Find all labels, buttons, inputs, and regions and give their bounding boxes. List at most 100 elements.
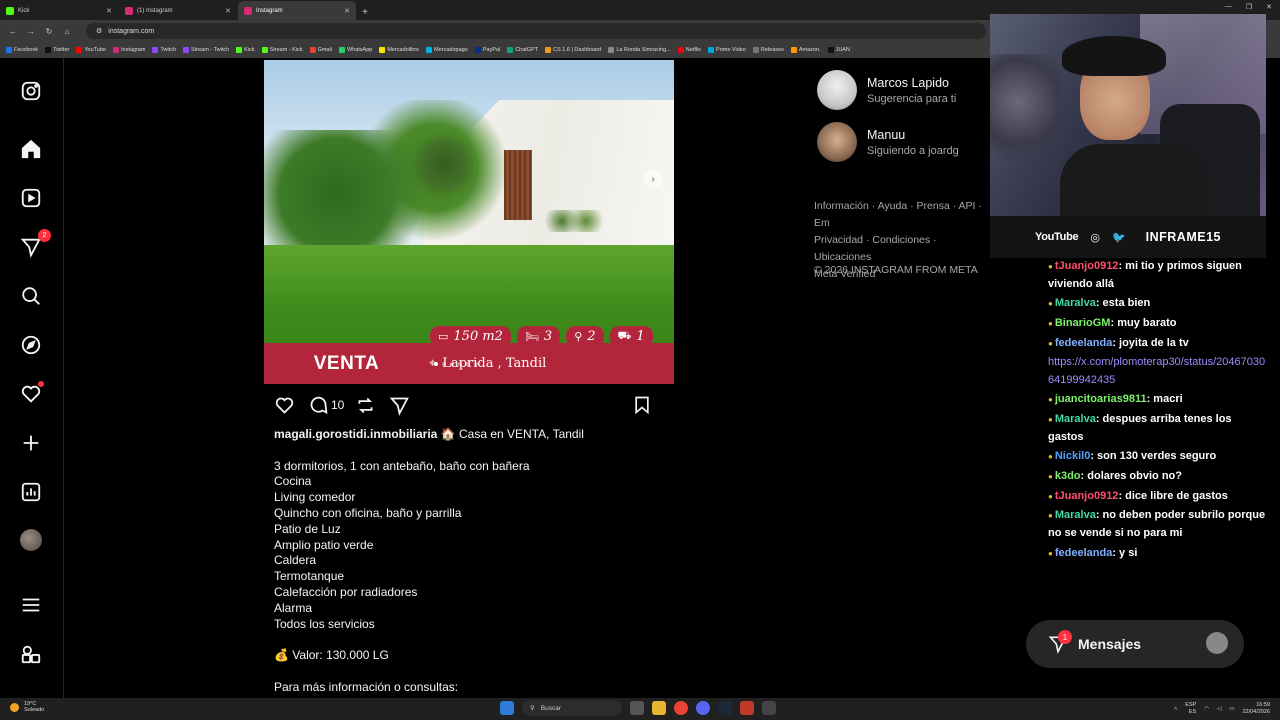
repost-icon[interactable] [354, 394, 376, 416]
bookmark-item[interactable]: Facebook [6, 47, 38, 53]
back-icon[interactable]: ← [8, 27, 18, 36]
like-heart-icon[interactable] [273, 394, 295, 416]
close-window-icon[interactable]: ✕ [1266, 3, 1272, 11]
chat-badge-icon: ● [1048, 262, 1053, 271]
bookmark-item[interactable]: CS 1.6 | Dashboard [545, 47, 601, 53]
tab-instagram-1[interactable]: (1) Instagram ✕ [119, 1, 237, 20]
maximize-icon[interactable]: ❐ [1246, 3, 1252, 11]
more-apps-icon[interactable] [20, 643, 42, 665]
language-indicator[interactable]: ESP ES [1185, 702, 1196, 715]
bookmark-item[interactable]: WhatsApp [338, 47, 372, 53]
post-image[interactable]: › ▭ 150 m2 🛏 3 ⚲ 2 ⛟ 1 VENTA ⌖ Laprida , Tan… [264, 60, 674, 384]
bookmark-item[interactable]: Gmail [309, 47, 332, 53]
bookmark-item[interactable]: Stream - Kick [261, 47, 303, 53]
menu-icon[interactable] [20, 594, 42, 616]
app-icon[interactable] [740, 701, 754, 715]
site-info-icon[interactable]: ⚙ [96, 27, 102, 35]
bookmark-label: Twitch [160, 47, 177, 53]
bookmark-item[interactable]: PayPal [474, 47, 500, 53]
suggestion-item[interactable]: Marcos Lapido Sugerencia para ti [817, 70, 956, 110]
bookmark-label: Gmail [317, 47, 332, 53]
chat-username[interactable]: Maralva [1055, 509, 1096, 521]
suggestion-item[interactable]: Manuu Siguiendo a joardg [817, 122, 959, 162]
messages-icon[interactable]: 2 [20, 229, 51, 258]
app-icon[interactable] [762, 701, 776, 715]
save-bookmark-icon[interactable] [631, 394, 653, 416]
bookmark-label: ChatGPT [515, 47, 539, 53]
chat-username[interactable]: Maralva [1055, 413, 1096, 425]
weather-widget[interactable]: 19°C Soleado [10, 701, 44, 713]
messages-widget-badge: 1 [1058, 630, 1072, 644]
notifications-heart-icon[interactable] [20, 381, 44, 405]
bookmark-item[interactable]: Releases [752, 47, 784, 53]
reels-icon[interactable] [20, 187, 42, 209]
bookmark-item[interactable]: Instagram [112, 47, 145, 53]
share-icon[interactable] [388, 394, 410, 416]
close-icon[interactable]: ✕ [106, 7, 112, 15]
instagram-logo-icon[interactable] [20, 80, 42, 102]
windows-start-icon[interactable] [500, 701, 514, 715]
profile-avatar[interactable] [20, 529, 42, 551]
create-icon[interactable] [20, 432, 42, 454]
bookmark-item[interactable]: Twitter [45, 47, 69, 53]
bookmark-item[interactable]: JUAN [827, 47, 850, 53]
minimize-icon[interactable]: — [1225, 3, 1232, 11]
chevron-up-icon[interactable]: ˄ [1174, 706, 1177, 712]
chat-username[interactable]: k3do [1055, 470, 1081, 482]
file-explorer-icon[interactable] [652, 701, 666, 715]
tab-kick[interactable]: Kick ✕ [0, 1, 118, 20]
carousel-next-icon[interactable]: › [644, 170, 662, 188]
explore-icon[interactable] [20, 334, 42, 356]
taskbar-apps: ⚲ Buscar [500, 700, 776, 716]
comment-count: 10 [331, 398, 345, 412]
bookmark-item[interactable]: Mercadopago [426, 47, 468, 53]
search-icon[interactable] [20, 285, 42, 307]
chrome-icon[interactable] [674, 701, 688, 715]
chat-username[interactable]: Maralva [1055, 297, 1096, 309]
forward-icon[interactable]: → [26, 27, 36, 36]
bookmark-item[interactable]: Twitch [152, 47, 176, 53]
url-field[interactable]: ⚙ instagram.com [86, 23, 986, 39]
steam-icon[interactable] [718, 701, 732, 715]
taskbar-search[interactable]: ⚲ Buscar [522, 700, 622, 716]
clock[interactable]: 16:59 22/04/2026 [1242, 702, 1270, 715]
reload-icon[interactable]: ↻ [44, 27, 54, 36]
system-tray: ˄ ESP ES ◠ ◁ ▭ 16:59 22/04/2026 [1174, 702, 1270, 715]
chat-username[interactable]: fedeelanda [1055, 337, 1112, 349]
suggestion-name[interactable]: Manuu [867, 128, 959, 142]
bookmark-item[interactable]: Amazon. [790, 47, 821, 53]
bookmark-item[interactable]: Mercadolibre [379, 47, 419, 53]
battery-icon[interactable]: ▭ [1229, 706, 1234, 712]
notification-dot [38, 381, 44, 387]
chat-username[interactable]: BinarioGM [1055, 317, 1111, 329]
tab-instagram-active[interactable]: Instagram ✕ [238, 1, 356, 20]
comment-icon[interactable] [307, 394, 329, 416]
bookmark-item[interactable]: Stream - Twitch [183, 47, 229, 53]
bookmark-item[interactable]: La Ronda Simracing... [608, 47, 671, 53]
task-view-icon[interactable] [630, 701, 644, 715]
post-username[interactable]: magali.gorostidi.inmobiliaria [274, 427, 437, 441]
close-icon[interactable]: ✕ [225, 7, 231, 15]
bookmark-item[interactable]: YouTube [76, 47, 106, 53]
wifi-icon[interactable]: ◠ [1204, 706, 1209, 712]
chat-link[interactable]: https://x.com/plomoterap30/status/204670… [1048, 356, 1265, 386]
messages-widget[interactable]: 1 Mensajes [1026, 620, 1244, 668]
home-icon[interactable]: ⌂ [62, 27, 72, 36]
close-icon[interactable]: ✕ [344, 7, 350, 15]
chat-username[interactable]: juancitoarias9811 [1055, 393, 1147, 405]
new-tab-button[interactable]: + [357, 4, 373, 20]
discord-icon[interactable] [696, 701, 710, 715]
home-icon[interactable] [20, 138, 42, 160]
chat-username[interactable]: tJuanjo0912 [1055, 490, 1119, 502]
volume-icon[interactable]: ◁ [1217, 706, 1221, 712]
bookmark-item[interactable]: ChatGPT [507, 47, 538, 53]
bookmark-item[interactable]: Prime Video [708, 47, 746, 53]
chat-username[interactable]: Nickil0 [1055, 450, 1090, 462]
dashboard-icon[interactable] [20, 481, 42, 503]
webcam-overlay [990, 14, 1266, 216]
bookmark-item[interactable]: Kick [236, 47, 255, 53]
chat-username[interactable]: tJuanjo0912 [1055, 260, 1119, 272]
suggestion-name[interactable]: Marcos Lapido [867, 76, 956, 90]
chat-username[interactable]: fedeelanda [1055, 547, 1112, 559]
bookmark-item[interactable]: Netflix [677, 47, 701, 53]
